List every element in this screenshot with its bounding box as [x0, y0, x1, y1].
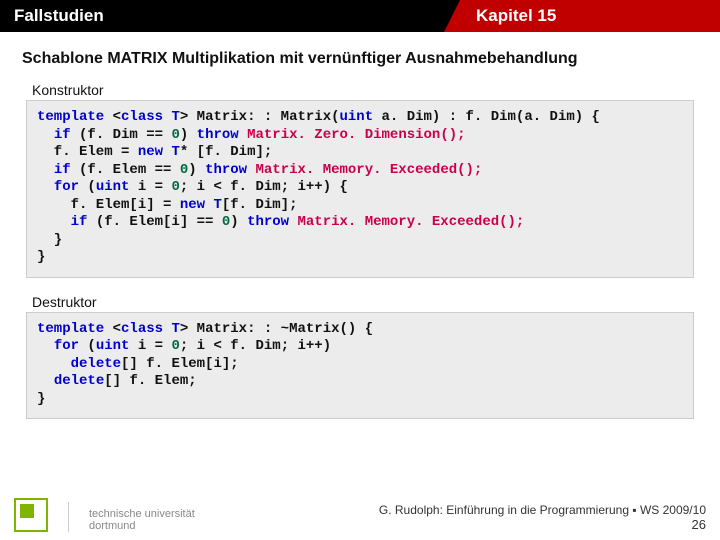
footer-right: G. Rudolph: Einführung in die Programmie… — [379, 503, 706, 532]
destruktor-code: template <class T> Matrix: : ~Matrix() {… — [26, 312, 694, 420]
title-bar: Fallstudien Kapitel 15 — [0, 0, 720, 32]
logo-divider — [68, 502, 69, 532]
content-area: Schablone MATRIX Multiplikation mit vern… — [0, 32, 720, 419]
slide-subtitle: Schablone MATRIX Multiplikation mit vern… — [22, 50, 698, 68]
footer: technische universität dortmund G. Rudol… — [0, 498, 720, 532]
title-right: Kapitel 15 — [460, 0, 720, 32]
logo-line1: technische universität — [89, 508, 195, 520]
konstruktor-label: Konstruktor — [32, 82, 698, 98]
footer-credit: G. Rudolph: Einführung in die Programmie… — [379, 503, 706, 517]
logo-line2: dortmund — [89, 520, 195, 532]
konstruktor-code: template <class T> Matrix: : Matrix(uint… — [26, 100, 694, 278]
title-left: Fallstudien — [0, 0, 460, 32]
destruktor-label: Destruktor — [32, 294, 698, 310]
logo: technische universität dortmund — [14, 498, 195, 532]
logo-text: technische universität dortmund — [89, 508, 195, 532]
tu-logo-icon — [14, 498, 48, 532]
page-number: 26 — [379, 517, 706, 532]
